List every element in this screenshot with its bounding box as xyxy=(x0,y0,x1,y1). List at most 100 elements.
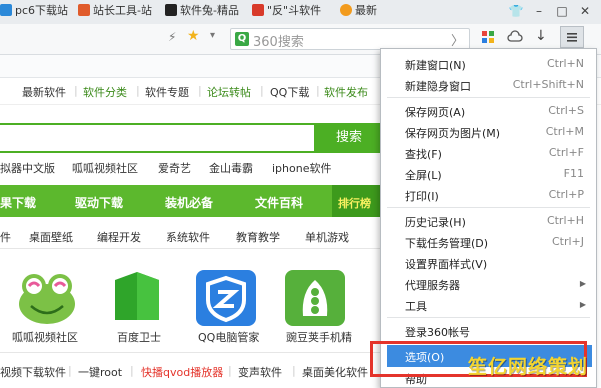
hot-word[interactable]: iphone软件 xyxy=(272,160,331,176)
hot-word[interactable]: 拟器中文版 xyxy=(0,160,55,176)
nav-categories[interactable]: 软件分类 xyxy=(83,84,127,100)
bottom-link[interactable]: 变声软件 xyxy=(238,364,282,380)
menu-separator xyxy=(387,207,590,208)
menu-shortcut: Ctrl+S xyxy=(548,104,584,117)
nav-divider: | xyxy=(316,84,320,97)
shield-icon[interactable] xyxy=(107,270,167,326)
download-icon[interactable]: ↓ xyxy=(535,28,547,44)
menu-item-proxy[interactable]: 代理服务器 xyxy=(405,277,460,293)
app-label[interactable]: 呱呱视频社区 xyxy=(12,329,78,345)
menu-item-history[interactable]: 历史记录(H) xyxy=(405,214,466,230)
bottom-link[interactable]: 一键root xyxy=(78,364,122,380)
nav-topics[interactable]: 软件专题 xyxy=(145,84,189,100)
nav-latest[interactable]: 最新软件 xyxy=(22,84,66,100)
close-button[interactable]: ✕ xyxy=(574,2,596,20)
menu-item-find[interactable]: 查找(F) xyxy=(405,146,442,162)
sub-category[interactable]: 单机游戏 xyxy=(305,229,349,245)
browser-menu: 新建窗口(N) Ctrl+N 新建隐身窗口 Ctrl+Shift+N 保存网页(… xyxy=(380,48,597,388)
sub-category[interactable]: 桌面壁纸 xyxy=(29,229,73,245)
menu-item-save-as-image[interactable]: 保存网页为图片(M) xyxy=(405,125,500,141)
nav-divider: | xyxy=(198,84,202,97)
skin-icon[interactable]: 👕 xyxy=(505,2,527,20)
hot-word[interactable]: 呱呱视频社区 xyxy=(72,160,138,176)
search-placeholder: 360搜索 xyxy=(253,35,304,50)
menu-shortcut: Ctrl+Shift+N xyxy=(512,78,584,91)
hot-word[interactable]: 爱奇艺 xyxy=(158,160,191,176)
menu-item-tools[interactable]: 工具 xyxy=(405,298,427,314)
bookmark-fandou[interactable]: "反"斗软件 xyxy=(252,2,321,20)
app-label[interactable]: 百度卫士 xyxy=(117,329,161,345)
nav-qq[interactable]: QQ下载 xyxy=(270,84,309,100)
category-item[interactable]: 装机必备 xyxy=(165,194,213,211)
menu-shortcut: Ctrl+H xyxy=(546,214,584,227)
watermark-text: 笙亿网络策划 xyxy=(468,356,589,378)
menu-item-save-page[interactable]: 保存网页(A) xyxy=(405,104,465,120)
menu-item-fullscreen[interactable]: 全屏(L) xyxy=(405,167,442,183)
bookmark-ruanjiantu[interactable]: 软件兔-精品 xyxy=(165,2,239,20)
bottom-link-highlight[interactable]: 快播qvod播放器 xyxy=(141,364,223,380)
menu-item-new-window[interactable]: 新建窗口(N) xyxy=(405,57,466,73)
menu-button[interactable] xyxy=(560,26,584,48)
bookmark-icon xyxy=(165,4,177,16)
bookmark-icon xyxy=(0,4,12,16)
nav-divider: | xyxy=(74,84,78,97)
frog-icon[interactable] xyxy=(17,270,77,326)
bottom-link[interactable]: 视频下载软件 xyxy=(0,364,66,380)
menu-item-ui-style[interactable]: 设置界面样式(V) xyxy=(405,256,487,272)
menu-item-print[interactable]: 打印(I) xyxy=(405,188,439,204)
bookmark-icon xyxy=(252,4,264,16)
menu-shortcut: Ctrl+J xyxy=(551,235,584,248)
bookmark-icon xyxy=(340,4,352,16)
menu-shortcut: Ctrl+P xyxy=(548,188,584,201)
site-search-input[interactable] xyxy=(0,123,316,153)
link-divider: | xyxy=(228,364,232,377)
link-divider: | xyxy=(68,364,72,377)
link-divider: | xyxy=(292,364,296,377)
submenu-arrow-icon: ▶ xyxy=(579,300,586,309)
nav-publish[interactable]: 软件发布 xyxy=(324,84,368,100)
star-icon[interactable]: ★ xyxy=(187,28,200,44)
bottom-link[interactable]: 桌面美化软件 xyxy=(302,364,368,380)
app-label[interactable]: QQ电脑管家 xyxy=(198,329,259,345)
category-item[interactable]: 文件百科 xyxy=(255,194,303,211)
bookmark-pc6[interactable]: pc6下载站 xyxy=(0,2,68,20)
chevron-down-icon[interactable]: ▾ xyxy=(210,30,215,41)
bookmark-chinaz[interactable]: 站长工具-站 xyxy=(78,2,152,20)
menu-shortcut: F11 xyxy=(563,167,584,180)
apps-grid-icon[interactable] xyxy=(482,31,494,43)
search-engine-icon: Q xyxy=(235,32,249,46)
sub-category[interactable]: 教育教学 xyxy=(236,229,280,245)
maximize-button[interactable]: □ xyxy=(551,2,573,20)
lightning-icon[interactable]: ⚡ xyxy=(168,30,176,44)
menu-separator xyxy=(387,317,590,318)
search-dropdown-icon[interactable]: 〉 xyxy=(451,30,464,49)
site-search-button[interactable]: 搜索 xyxy=(316,123,382,153)
sub-category[interactable]: 编程开发 xyxy=(97,229,141,245)
menu-item-downloads[interactable]: 下载任务管理(D) xyxy=(405,235,488,251)
sub-category[interactable]: 件 xyxy=(0,229,11,245)
link-divider: | xyxy=(130,364,134,377)
menu-shortcut: Ctrl+N xyxy=(546,57,584,70)
category-item[interactable]: 果下载 xyxy=(0,194,36,211)
nav-divider: | xyxy=(136,84,140,97)
qq-shield-icon[interactable] xyxy=(196,270,256,326)
app-label[interactable]: 豌豆荚手机精 xyxy=(286,329,352,345)
hamburger-icon xyxy=(567,33,577,42)
category-item[interactable]: 驱动下载 xyxy=(75,194,123,211)
category-rank[interactable]: 排行榜 xyxy=(338,195,371,211)
menu-shortcut: Ctrl+M xyxy=(545,125,584,138)
hot-word[interactable]: 金山毒霸 xyxy=(209,160,253,176)
menu-separator xyxy=(387,97,590,98)
divider xyxy=(0,248,382,249)
nav-divider: | xyxy=(260,84,264,97)
bookmark-latest[interactable]: 最新 xyxy=(340,2,377,20)
nav-forum[interactable]: 论坛转帖 xyxy=(207,84,251,100)
menu-item-incognito[interactable]: 新建隐身窗口 xyxy=(405,78,471,94)
search-input[interactable]: Q 360搜索 〉 xyxy=(230,28,470,50)
peapod-icon[interactable] xyxy=(285,270,345,326)
sub-category[interactable]: 系统软件 xyxy=(166,229,210,245)
menu-item-login-360[interactable]: 登录360帐号 xyxy=(405,324,470,340)
submenu-arrow-icon: ▶ xyxy=(579,279,586,288)
cloud-icon[interactable] xyxy=(507,29,523,48)
minimize-button[interactable]: – xyxy=(528,2,550,20)
